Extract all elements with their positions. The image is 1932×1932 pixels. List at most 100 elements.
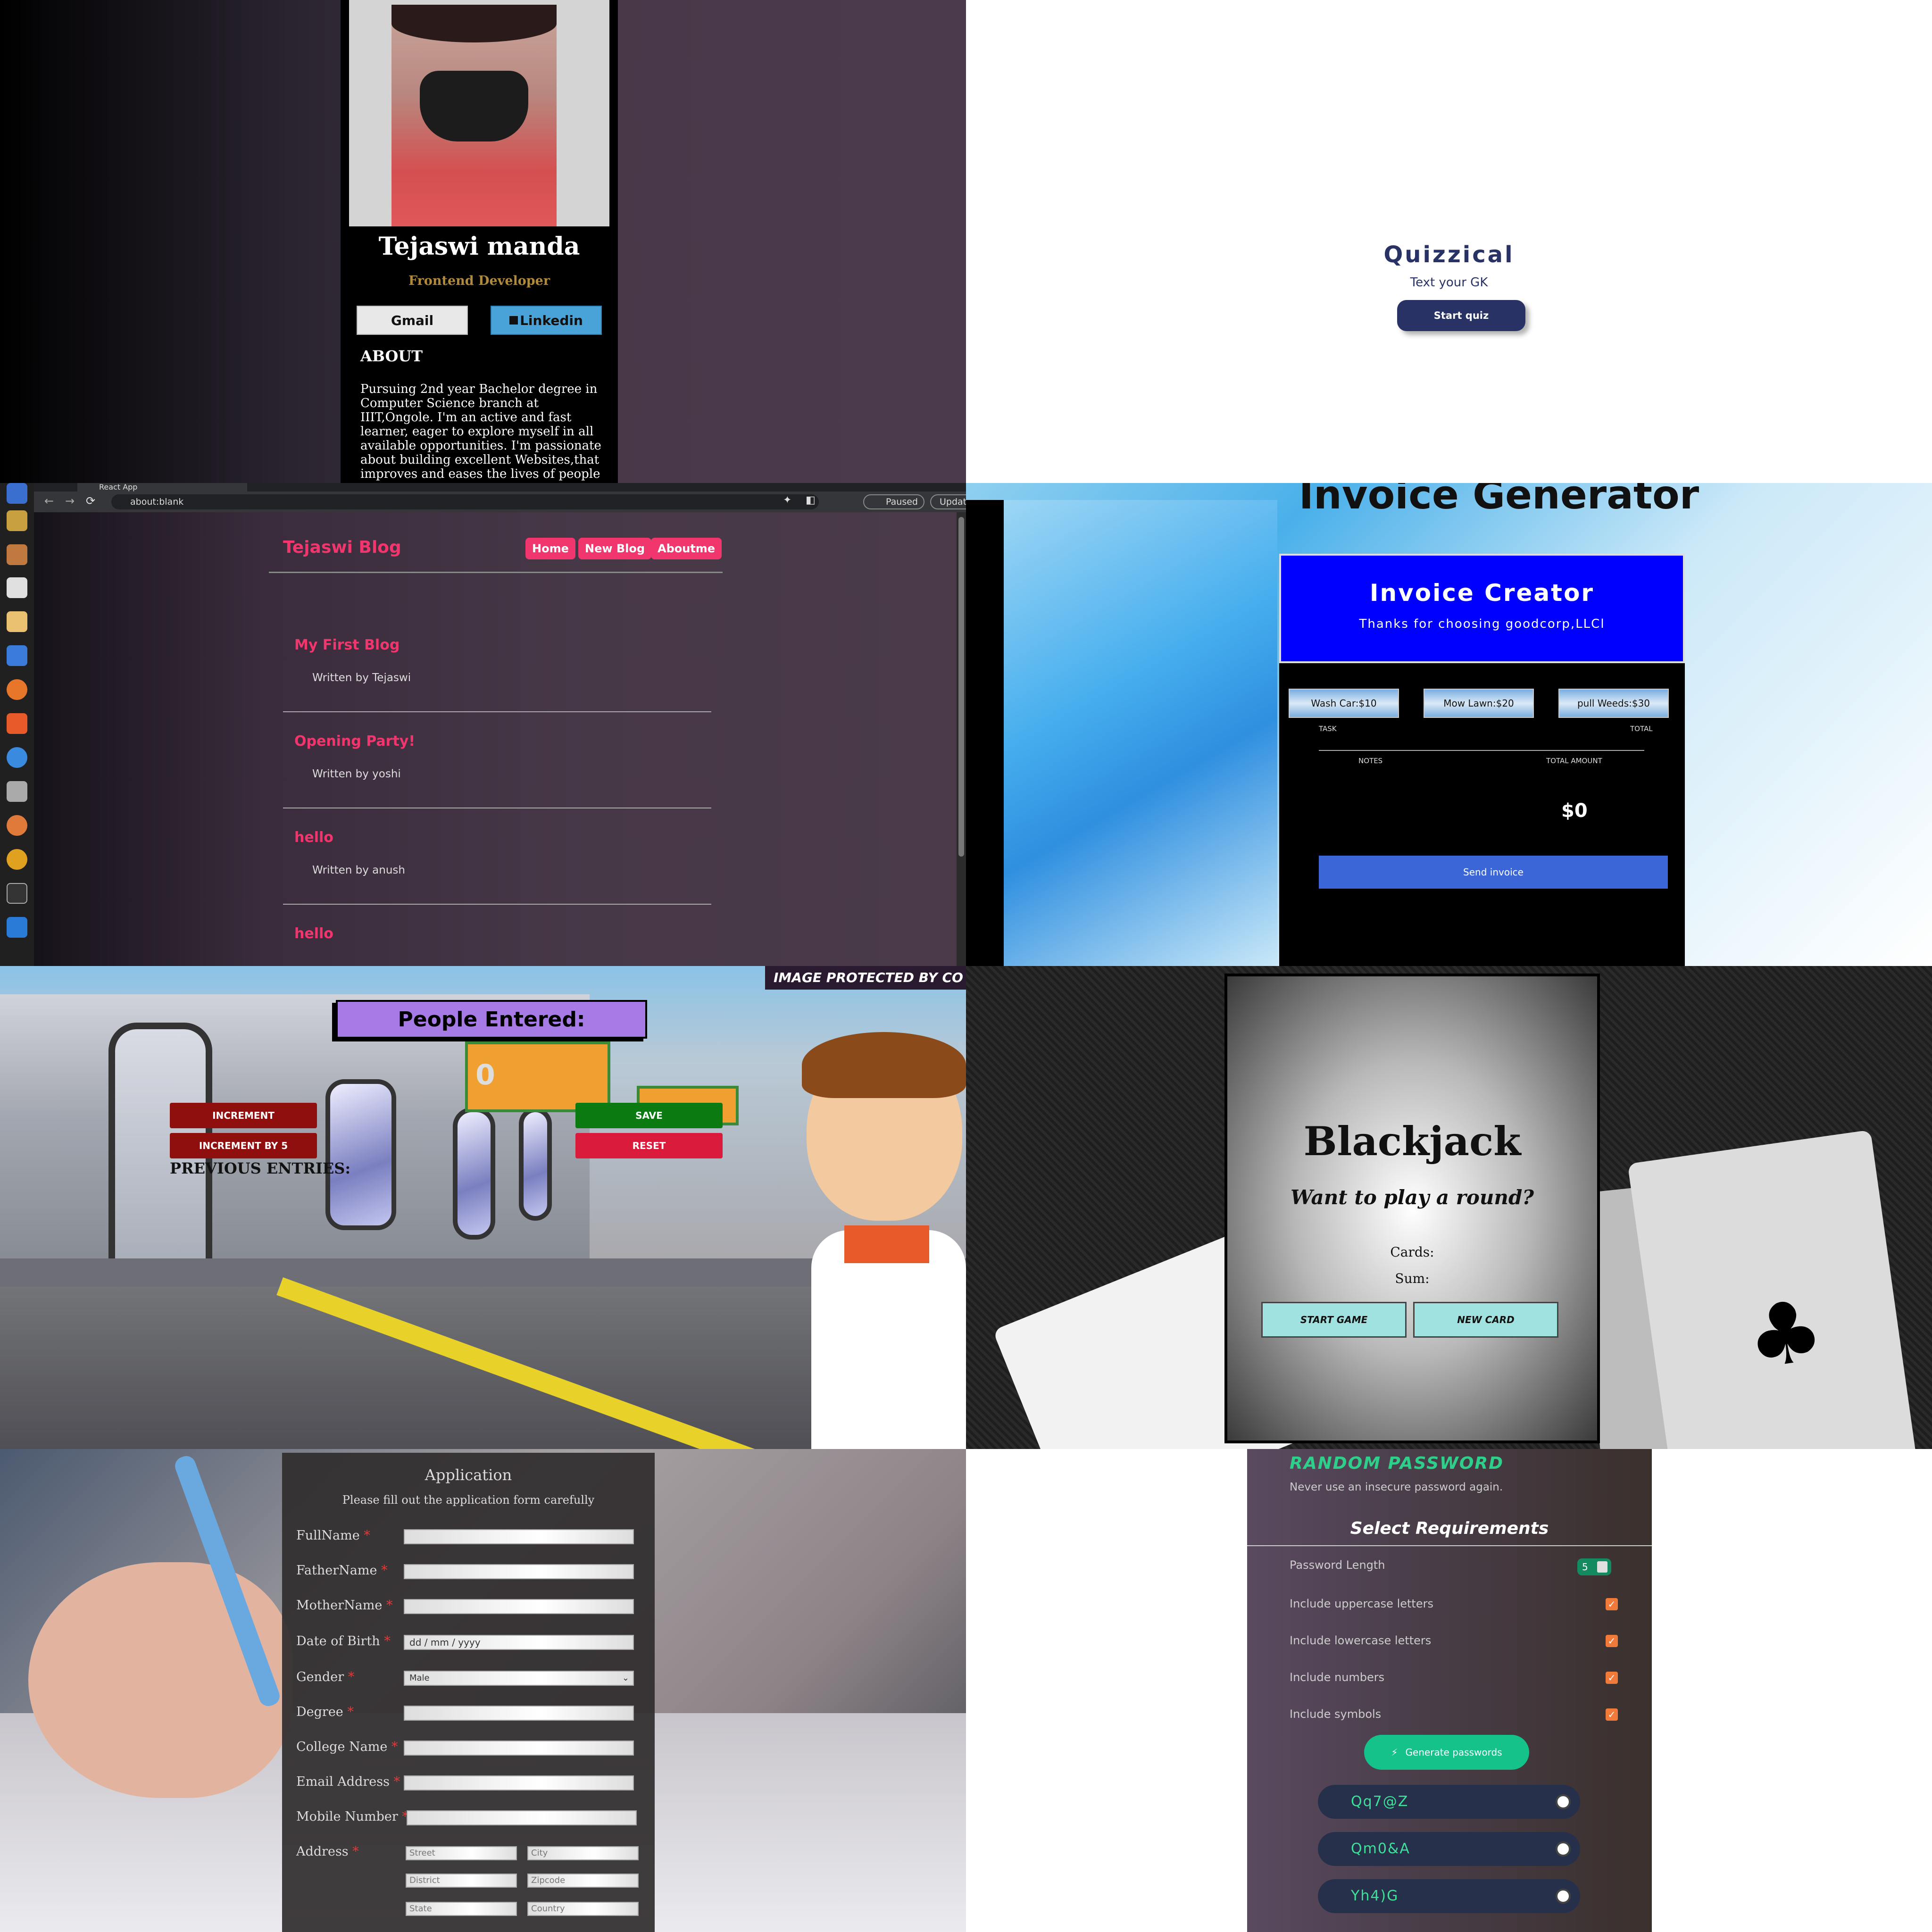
update-button[interactable]: Update xyxy=(930,494,966,509)
increment-by-5-button[interactable]: INCREMENT BY 5 xyxy=(170,1133,317,1158)
reset-button[interactable]: RESET xyxy=(575,1133,723,1158)
blackjack-title: Blackjack xyxy=(1303,1118,1521,1165)
city-input[interactable]: City xyxy=(527,1846,639,1860)
district-input[interactable]: District xyxy=(406,1874,517,1888)
invoice-page-title: Invoice Generator xyxy=(1299,483,1699,518)
copy-icon[interactable] xyxy=(1556,1889,1571,1904)
profile-paused-button[interactable]: Paused xyxy=(863,494,924,509)
files-icon[interactable] xyxy=(7,483,27,504)
spinner-icon[interactable] xyxy=(1597,1561,1607,1573)
lowercase-checkbox[interactable]: ✓ xyxy=(1606,1635,1618,1647)
post-title[interactable]: My First Blog xyxy=(294,637,400,653)
state-input[interactable]: State xyxy=(406,1902,517,1916)
nav-aboutme[interactable]: Aboutme xyxy=(651,538,722,559)
email-address-input[interactable] xyxy=(404,1775,634,1790)
uppercase-checkbox[interactable]: ✓ xyxy=(1606,1598,1618,1610)
profile-role: Frontend Developer xyxy=(408,274,550,288)
chrome-icon[interactable] xyxy=(7,849,27,870)
date-of-birth-input[interactable]: dd / mm / yyyy xyxy=(404,1635,634,1650)
fathername-input[interactable] xyxy=(404,1564,634,1579)
password-length-input[interactable]: 5 xyxy=(1577,1558,1611,1575)
generated-password[interactable]: Qm0&A xyxy=(1318,1832,1580,1866)
about-heading: ABOUT xyxy=(360,347,423,365)
application-form-tile: Application Please fill out the applicat… xyxy=(0,1449,966,1932)
symbols-checkbox[interactable]: ✓ xyxy=(1606,1708,1618,1721)
post-divider xyxy=(283,711,711,712)
terminal-icon[interactable] xyxy=(7,883,27,904)
text-editor-icon[interactable] xyxy=(7,611,27,632)
image-viewer-icon[interactable] xyxy=(7,781,27,802)
page-scrollbar[interactable] xyxy=(957,512,966,966)
copy-icon[interactable] xyxy=(1556,1794,1571,1809)
settings-icon[interactable] xyxy=(7,815,27,836)
vscode-icon[interactable] xyxy=(7,917,27,938)
task-button-wash-car[interactable]: Wash Car:$10 xyxy=(1289,689,1399,718)
blackjack-tile: ♣ Blackjack Want to play a round? Cards:… xyxy=(966,966,1932,1449)
invoice-header: Invoice Creator Thanks for choosing good… xyxy=(1279,554,1685,663)
fullname-input[interactable] xyxy=(404,1529,634,1544)
tab-bar: React App xyxy=(34,483,966,491)
task-button-mow-lawn[interactable]: Mow Lawn:$20 xyxy=(1424,689,1534,718)
mobile-number-input[interactable] xyxy=(407,1810,637,1825)
sidebar-icon[interactable]: ◧ xyxy=(806,494,816,506)
label-text: Degree xyxy=(296,1705,343,1719)
start-quiz-button[interactable]: Start quiz xyxy=(1397,300,1525,331)
post-title[interactable]: hello xyxy=(294,829,333,846)
reload-icon[interactable]: ⟳ xyxy=(86,494,95,508)
browser-toolbar: ← → ⟳ about:blank ✦ ◧ Paused Update xyxy=(34,491,966,512)
required-marker: * xyxy=(352,1844,359,1859)
about-text: Pursuing 2nd year Bachelor degree in Com… xyxy=(360,382,601,481)
degree-input[interactable] xyxy=(404,1706,634,1721)
profile-name: Tejaswi manda xyxy=(378,232,580,261)
invoice-tile: Invoice Generator Invoice Creator Thanks… xyxy=(966,483,1932,966)
mothername-input[interactable] xyxy=(404,1599,634,1614)
audio-icon[interactable] xyxy=(7,510,27,531)
country-input[interactable]: Country xyxy=(527,1902,639,1916)
numbers-checkbox[interactable]: ✓ xyxy=(1606,1672,1618,1684)
document-icon[interactable] xyxy=(7,645,27,666)
password-value: Yh4)G xyxy=(1351,1888,1399,1904)
firefox-icon[interactable] xyxy=(7,679,27,700)
software-center-icon[interactable] xyxy=(7,713,27,734)
generate-passwords-button[interactable]: ⚡ Generate passwords xyxy=(1364,1735,1529,1770)
generated-password[interactable]: Yh4)G xyxy=(1318,1879,1580,1913)
browser-tab[interactable]: React App xyxy=(77,483,247,491)
college-name-input[interactable] xyxy=(404,1740,634,1756)
nav-home[interactable]: Home xyxy=(525,538,575,559)
linkedin-button[interactable]: Linkedin xyxy=(491,306,602,335)
generated-password[interactable]: Qq7@Z xyxy=(1318,1785,1580,1819)
task-button-pull-weeds[interactable]: pull Weeds:$30 xyxy=(1558,689,1669,718)
forward-icon[interactable]: → xyxy=(65,494,75,508)
help-icon[interactable] xyxy=(7,747,27,768)
send-invoice-button[interactable]: Send invoice xyxy=(1319,856,1668,889)
start-game-button[interactable]: START GAME xyxy=(1261,1302,1407,1338)
save-button[interactable]: SAVE xyxy=(575,1103,723,1128)
sum-label: Sum: xyxy=(1395,1271,1430,1286)
extensions-icon[interactable]: ✦ xyxy=(783,494,791,506)
application-panel: Application Please fill out the applicat… xyxy=(282,1453,655,1932)
blog-page xyxy=(34,512,957,966)
calendar-icon[interactable] xyxy=(7,577,27,598)
post-title[interactable]: Opening Party! xyxy=(294,733,415,749)
option-label: Include uppercase letters xyxy=(1290,1597,1433,1610)
address-bar[interactable]: about:blank xyxy=(111,494,819,509)
gender-select[interactable]: Male ⌄ xyxy=(404,1671,634,1686)
gender-value: Male xyxy=(409,1673,430,1683)
increment-button[interactable]: INCREMENT xyxy=(170,1103,317,1128)
back-icon[interactable]: ← xyxy=(44,494,54,508)
new-card-button[interactable]: NEW CARD xyxy=(1413,1302,1558,1338)
invoice-header-title: Invoice Creator xyxy=(1369,579,1595,607)
gmail-button[interactable]: Gmail xyxy=(357,306,468,335)
linkedin-label: Linkedin xyxy=(520,312,583,328)
copy-icon[interactable] xyxy=(1556,1841,1571,1857)
nav-new-blog[interactable]: New Blog xyxy=(578,538,652,559)
post-title[interactable]: hello xyxy=(294,925,333,942)
zipcode-input[interactable]: Zipcode xyxy=(527,1874,639,1888)
collar-shape xyxy=(844,1225,929,1263)
scrollbar-thumb[interactable] xyxy=(958,517,964,857)
folder-icon[interactable] xyxy=(7,544,27,565)
street-input[interactable]: Street xyxy=(406,1846,517,1860)
field-label: Degree * xyxy=(296,1705,354,1719)
label-text: Email Address xyxy=(296,1774,390,1789)
field-label: Gender * xyxy=(296,1670,354,1684)
